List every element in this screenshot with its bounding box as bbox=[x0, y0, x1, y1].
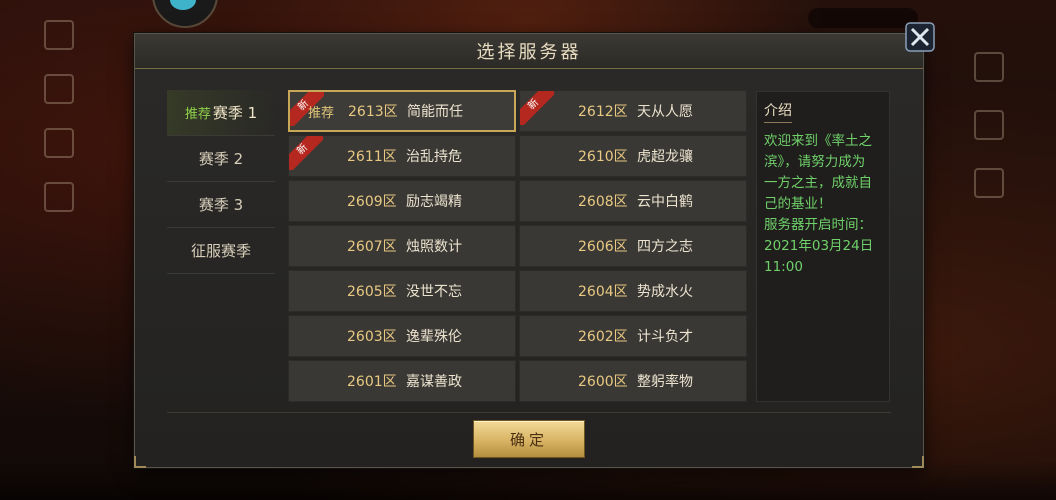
right-side-menu bbox=[974, 52, 1004, 198]
server-name: 云中白鹤 bbox=[637, 194, 693, 210]
left-side-menu bbox=[44, 20, 84, 212]
server-number: 2602区 bbox=[578, 329, 628, 345]
recommend-label: 推荐 bbox=[184, 107, 211, 122]
confirm-button[interactable]: 确定 bbox=[473, 420, 585, 458]
season-tab-label: 赛季 2 bbox=[198, 150, 244, 168]
server-item[interactable]: 新 2611区 治乱持危 bbox=[288, 135, 516, 177]
server-number: 2609区 bbox=[347, 194, 397, 210]
server-name: 没世不忘 bbox=[406, 284, 462, 300]
server-item[interactable]: 2602区 计斗负才 bbox=[519, 315, 747, 357]
server-number: 2608区 bbox=[578, 194, 628, 210]
season-tabs: 推荐 赛季 1 赛季 2 赛季 3 征服赛季 bbox=[167, 90, 275, 274]
server-item[interactable]: 新 推荐 2613区 简能而任 bbox=[288, 90, 516, 132]
server-number: 2612区 bbox=[578, 104, 628, 120]
season-tab-conquest[interactable]: 征服赛季 bbox=[167, 228, 275, 274]
server-name: 简能而任 bbox=[407, 104, 463, 120]
server-name: 烛照数计 bbox=[406, 239, 462, 255]
intro-line: 滨》，请努力成为 bbox=[764, 154, 866, 170]
season-tab-2[interactable]: 赛季 2 bbox=[167, 136, 275, 182]
server-grid: 新 推荐 2613区 简能而任 新 2612区 天从人愿 新 2611区 治乱持… bbox=[288, 90, 747, 402]
server-name: 四方之志 bbox=[637, 239, 693, 255]
server-name: 逸辈殊伦 bbox=[406, 329, 462, 345]
server-number: 2610区 bbox=[578, 149, 628, 165]
season-tab-3[interactable]: 赛季 3 bbox=[167, 182, 275, 228]
intro-line: 己的基业！ bbox=[764, 196, 832, 212]
intro-text: 欢迎来到《率土之 滨》，请努力成为 一方之主，成就自 己的基业！ 服务器开启时间… bbox=[764, 131, 883, 278]
top-status-pill bbox=[808, 8, 918, 28]
server-name: 治乱持危 bbox=[406, 149, 462, 165]
server-number: 2603区 bbox=[347, 329, 397, 345]
intro-line: 服务器开启时间： bbox=[764, 217, 872, 233]
server-number: 2601区 bbox=[347, 374, 397, 390]
server-item[interactable]: 2601区 嘉谋善政 bbox=[288, 360, 516, 402]
server-item[interactable]: 2610区 虎超龙骧 bbox=[519, 135, 747, 177]
server-name: 励志竭精 bbox=[406, 194, 462, 210]
intro-panel: 介绍 欢迎来到《率土之 滨》，请努力成为 一方之主，成就自 己的基业！ 服务器开… bbox=[756, 91, 890, 402]
server-number: 2604区 bbox=[578, 284, 628, 300]
recommend-tag: 推荐 bbox=[308, 105, 335, 121]
server-item[interactable]: 2609区 励志竭精 bbox=[288, 180, 516, 222]
season-tab-label: 征服赛季 bbox=[190, 242, 251, 260]
dialog-header: 选择服务器 bbox=[135, 34, 923, 69]
server-number: 2605区 bbox=[347, 284, 397, 300]
server-name: 整躬率物 bbox=[637, 374, 693, 390]
server-name: 虎超龙骧 bbox=[637, 149, 693, 165]
server-name: 势成水火 bbox=[637, 284, 693, 300]
server-number: 2606区 bbox=[578, 239, 628, 255]
server-number: 2611区 bbox=[347, 149, 397, 165]
server-item[interactable]: 2604区 势成水火 bbox=[519, 270, 747, 312]
season-tab-label: 赛季 3 bbox=[198, 196, 244, 214]
server-number: 2600区 bbox=[578, 374, 628, 390]
dialog-title: 选择服务器 bbox=[476, 42, 582, 63]
server-name: 嘉谋善政 bbox=[406, 374, 462, 390]
server-item[interactable]: 2603区 逸辈殊伦 bbox=[288, 315, 516, 357]
server-name: 天从人愿 bbox=[637, 104, 693, 120]
server-select-dialog: 选择服务器 推荐 赛季 1 赛季 2 赛季 3 征服赛季 新 推荐 2613区 … bbox=[134, 33, 924, 468]
server-name: 计斗负才 bbox=[637, 329, 693, 345]
new-ribbon-icon: 新 bbox=[520, 91, 554, 125]
server-item[interactable]: 2600区 整躬率物 bbox=[519, 360, 747, 402]
intro-line: 2021年03月24日 bbox=[764, 238, 874, 254]
server-item[interactable]: 2608区 云中白鹤 bbox=[519, 180, 747, 222]
intro-line: 11:00 bbox=[764, 259, 803, 275]
server-number: 2607区 bbox=[347, 239, 397, 255]
server-item[interactable]: 2607区 烛照数计 bbox=[288, 225, 516, 267]
close-x-icon bbox=[905, 22, 935, 52]
intro-line: 一方之主，成就自 bbox=[764, 175, 872, 191]
server-number: 2613区 bbox=[348, 104, 398, 120]
footer-divider bbox=[167, 412, 891, 413]
server-item[interactable]: 2606区 四方之志 bbox=[519, 225, 747, 267]
intro-line: 欢迎来到《率土之 bbox=[764, 133, 872, 149]
server-item[interactable]: 新 2612区 天从人愿 bbox=[519, 90, 747, 132]
new-ribbon-icon: 新 bbox=[289, 136, 323, 170]
intro-title: 介绍 bbox=[764, 100, 792, 123]
close-button[interactable] bbox=[903, 20, 937, 54]
server-item[interactable]: 2605区 没世不忘 bbox=[288, 270, 516, 312]
season-tab-label: 赛季 1 bbox=[212, 104, 258, 122]
season-tab-1[interactable]: 推荐 赛季 1 bbox=[167, 90, 275, 136]
